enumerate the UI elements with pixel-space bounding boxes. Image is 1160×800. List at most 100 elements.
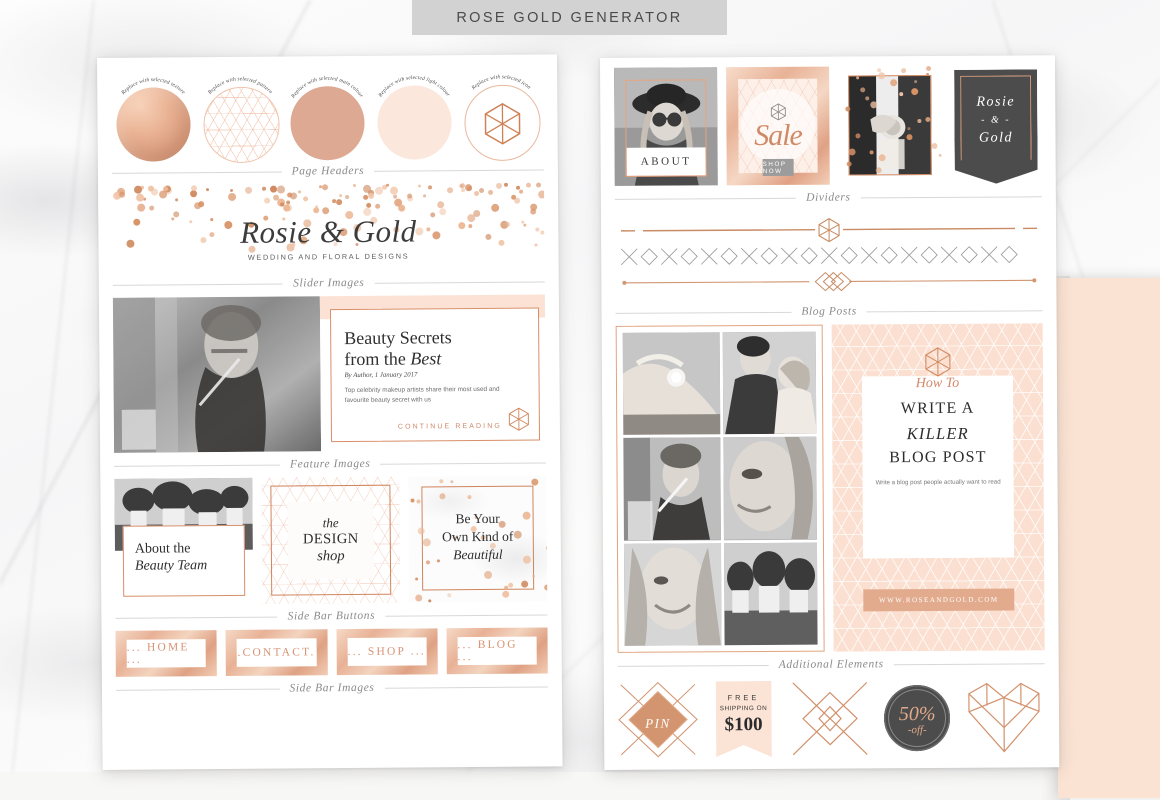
confetti-dot [459, 183, 464, 188]
divider-hexagon[interactable] [619, 215, 1038, 244]
collage-cell-ring [623, 332, 721, 435]
discount-label: -off- [908, 725, 927, 736]
section-label-text: Additional Elements [779, 658, 884, 671]
section-label-text: Blog Posts [801, 305, 857, 317]
pin-badge[interactable]: PIN [618, 678, 698, 760]
divider-xo-pattern[interactable] [619, 241, 1038, 270]
divider-line [867, 310, 1043, 312]
confetti-dot [484, 571, 492, 579]
feature-be-your-own-kind[interactable]: Be Your Own Kind of Beautiful [408, 475, 547, 602]
confetti-dot [411, 498, 415, 502]
section-label-text: Page Headers [292, 165, 365, 178]
section-label-sidebar-images: Side Bar Images [116, 680, 548, 695]
page-header-banner[interactable]: Rosie & Gold WEDDING AND FLORAL DESIGNS [112, 182, 545, 271]
section-label-text: Slider Images [293, 277, 364, 290]
shop-now-button[interactable]: SHOP NOW [763, 159, 794, 176]
confetti-dot [901, 68, 906, 73]
confetti-dot [926, 66, 931, 71]
confetti-dot [907, 134, 913, 140]
confetti-dot [270, 185, 277, 192]
confetti-dot [878, 155, 885, 162]
collage-cell-couple [723, 332, 816, 435]
free-shipping-badge[interactable]: FREE SHIPPING ON $100 [703, 678, 783, 760]
confetti-dot [390, 187, 398, 195]
confetti-dot [447, 594, 451, 598]
confetti-dot [849, 149, 856, 156]
photo-collage[interactable] [616, 325, 825, 653]
discount-badge[interactable]: 50% -off- [877, 677, 957, 759]
discount-circle: 50% -off- [884, 685, 950, 751]
divider-line [385, 614, 547, 616]
confetti-dot [386, 184, 389, 187]
confetti-dot [899, 92, 903, 96]
swatch-light-colour[interactable]: Replace with selected light colour [374, 69, 455, 158]
icon-circle [464, 85, 541, 162]
divider-line [384, 686, 548, 688]
divider-diamond[interactable] [619, 267, 1038, 296]
collage-cell-brushes [724, 542, 817, 645]
confetti-dot [447, 188, 453, 194]
blog-url-bar[interactable]: WWW.ROSEANDGOLD.COM [863, 588, 1014, 611]
swatch-texture[interactable]: Replace with selected texture [113, 71, 194, 160]
shop-now-label: SHOP NOW [763, 160, 794, 174]
collage-cell-smile [624, 543, 722, 646]
confetti-dot [428, 185, 432, 189]
sidebar-button-blog[interactable]: ... BLOG ... [446, 627, 548, 674]
confetti-dot [544, 584, 547, 590]
banner-title: Rosie & Gold [112, 212, 544, 251]
swatch-pattern[interactable]: Replace with selected pattern [200, 71, 281, 160]
feature-caption-line3: shop [303, 548, 359, 566]
feature-caption: the DESIGN shop [303, 515, 359, 565]
feature-design-shop[interactable]: the DESIGN shop [261, 477, 400, 604]
shipping-ribbon: FREE SHIPPING ON $100 [715, 681, 771, 757]
confetti-dot [322, 184, 328, 190]
confetti-dot [467, 186, 472, 191]
feature-about-beauty-team[interactable]: About the Beauty Team [114, 478, 253, 605]
collage-cell-makeup [623, 438, 721, 541]
banner-line3: Gold [950, 127, 1041, 149]
slider-title-line2-plain: from the [344, 348, 410, 369]
blog-line1: WRITE A [832, 399, 1043, 418]
additional-elements-row: PIN FREE SHIPPING ON $100 [618, 676, 1045, 761]
confetti-dot [890, 80, 897, 87]
confetti-dot [870, 101, 877, 108]
divider-line [380, 462, 546, 464]
slider-description: Top celebrity makeup artists share their… [345, 385, 520, 407]
blog-posts-row: How To WRITE A KILLER BLOG POST Write a … [616, 323, 1045, 653]
confetti-dot [869, 150, 873, 154]
geometric-heart-icon[interactable] [963, 676, 1045, 758]
feature-caption-line1: Be Your [455, 511, 499, 526]
photo-ring-hand [623, 332, 721, 435]
confetti-dot [336, 199, 342, 205]
shipping-price: $100 [725, 714, 763, 736]
sidebar-button-contact[interactable]: .CONTACT. [226, 629, 328, 676]
confetti-dot [228, 192, 236, 200]
rosie-gold-banner[interactable]: Rosie - & - Gold [950, 65, 1042, 184]
feature-caption: About the Beauty Team [135, 540, 207, 575]
confetti-dot [339, 194, 342, 197]
watch-tile[interactable] [838, 66, 942, 185]
feature-caption-line3: Beautiful [453, 546, 503, 561]
sidebar-button-shop[interactable]: ... SHOP ... [336, 628, 438, 675]
sale-tile[interactable]: Sale SHOP NOW [726, 67, 830, 186]
confetti-dot [407, 193, 412, 198]
confetti-dot [437, 201, 444, 208]
confetti-dot [345, 195, 349, 199]
divider-line [374, 169, 544, 171]
continue-reading-link[interactable]: CONTINUE READING [345, 423, 502, 431]
about-frame [625, 79, 706, 151]
confetti-dot [298, 190, 301, 193]
about-tile[interactable]: ABOUT [614, 67, 718, 186]
divider-line [618, 664, 769, 666]
sidebar-button-home[interactable]: ... HOME ... [115, 630, 217, 677]
swatch-main-colour[interactable]: Replace with selected main colour [287, 70, 368, 159]
divider-line [616, 311, 792, 313]
geometric-diamond-icon[interactable] [789, 677, 871, 759]
confetti-dot [538, 191, 545, 199]
blog-post-card[interactable]: How To WRITE A KILLER BLOG POST Write a … [832, 323, 1045, 651]
sale-inner: Sale SHOP NOW [738, 79, 818, 173]
confetti-dot [531, 478, 538, 485]
confetti-dot [119, 191, 125, 197]
slider-image-block[interactable]: Beauty Secrets from the Best By Author, … [113, 294, 546, 452]
swatch-icon[interactable]: Replace with selected icon [461, 69, 542, 158]
